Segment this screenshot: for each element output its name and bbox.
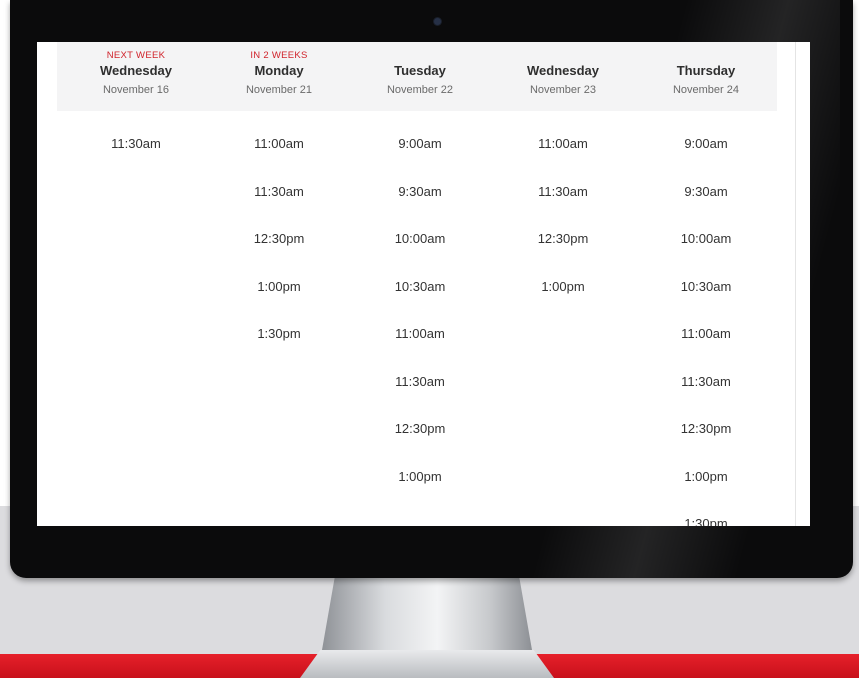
- day-column: NEXT WEEK Wednesday November 16 11:30am: [76, 42, 196, 185]
- time-slot-button[interactable]: 12:30pm: [503, 232, 623, 280]
- time-slot-button[interactable]: 1:30pm: [646, 517, 766, 526]
- day-date: November 21: [245, 84, 313, 96]
- time-slot-button[interactable]: 11:30am: [76, 137, 196, 185]
- time-slot-list: 11:30am: [76, 137, 196, 185]
- time-slot-button[interactable]: 11:30am: [360, 374, 480, 423]
- time-slot-button[interactable]: 9:00am: [360, 137, 480, 185]
- day-date: November 22: [386, 84, 454, 96]
- time-slot-button[interactable]: 11:30am: [646, 374, 766, 423]
- time-slot-button[interactable]: 1:00pm: [219, 279, 339, 328]
- time-slot-button[interactable]: 11:00am: [503, 137, 623, 185]
- monitor-stand-neck: [322, 578, 532, 650]
- time-slot-button[interactable]: 1:30pm: [219, 327, 339, 375]
- day-name: Thursday: [676, 63, 736, 78]
- day-name: Monday: [254, 63, 304, 78]
- time-slot-button[interactable]: 12:30pm: [646, 422, 766, 470]
- time-slot-button[interactable]: 10:00am: [360, 232, 480, 280]
- time-slot-button[interactable]: 1:00pm: [360, 469, 480, 518]
- time-slot-button[interactable]: 11:00am: [219, 137, 339, 185]
- week-tag: NEXT WEEK: [106, 50, 166, 61]
- time-slot-list: 11:00am 11:30am 12:30pm 1:00pm 1:30pm: [219, 137, 339, 375]
- time-slot-button[interactable]: 9:00am: [646, 137, 766, 185]
- time-slot-button[interactable]: 10:30am: [360, 279, 480, 328]
- day-name: Wednesday: [526, 63, 599, 78]
- time-slot-button[interactable]: 10:00am: [646, 232, 766, 280]
- week-tag: IN 2 WEEKS: [250, 50, 308, 61]
- day-date: November 24: [672, 84, 740, 96]
- time-slot-button[interactable]: 1:00pm: [503, 279, 623, 328]
- day-column: Thursday November 24 9:00am 9:30am 10:00am…: [646, 42, 766, 526]
- time-slot-list: 9:00am 9:30am 10:00am 10:30am 11:00am 11:30am…: [360, 137, 480, 517]
- monitor-screen: NEXT WEEK Wednesday November 16 11:30am …: [37, 42, 810, 526]
- time-slot-list: 9:00am 9:30am 10:00am 10:30am 11:00am 11:30am…: [646, 137, 766, 526]
- day-name: Tuesday: [394, 63, 446, 78]
- time-slot-button[interactable]: 12:30pm: [219, 232, 339, 280]
- time-slot-list: 11:00am 11:30am 12:30pm 1:00pm: [503, 137, 623, 327]
- day-column: Wednesday November 23 11:00am 11:30am 12:3…: [503, 42, 623, 327]
- time-slot-button[interactable]: 9:30am: [646, 184, 766, 233]
- time-slot-button[interactable]: 9:30am: [360, 184, 480, 233]
- day-date: November 23: [529, 84, 597, 96]
- time-slot-button[interactable]: 11:30am: [503, 184, 623, 233]
- time-slot-button[interactable]: 11:00am: [646, 327, 766, 375]
- time-slot-button[interactable]: 11:30am: [219, 184, 339, 233]
- monitor-stand-base: [300, 650, 554, 678]
- day-date: November 16: [102, 84, 170, 96]
- day-column: Tuesday November 22 9:00am 9:30am 10:00am 1…: [360, 42, 480, 517]
- time-slot-button[interactable]: 11:00am: [360, 327, 480, 375]
- time-slot-button[interactable]: 1:00pm: [646, 469, 766, 518]
- time-slot-button[interactable]: 10:30am: [646, 279, 766, 328]
- screen-scroll-edge: [795, 42, 796, 526]
- day-name: Wednesday: [99, 63, 172, 78]
- camera-icon: [434, 18, 441, 25]
- time-slot-button[interactable]: 12:30pm: [360, 422, 480, 470]
- day-column: IN 2 WEEKS Monday November 21 11:00am 11:…: [219, 42, 339, 375]
